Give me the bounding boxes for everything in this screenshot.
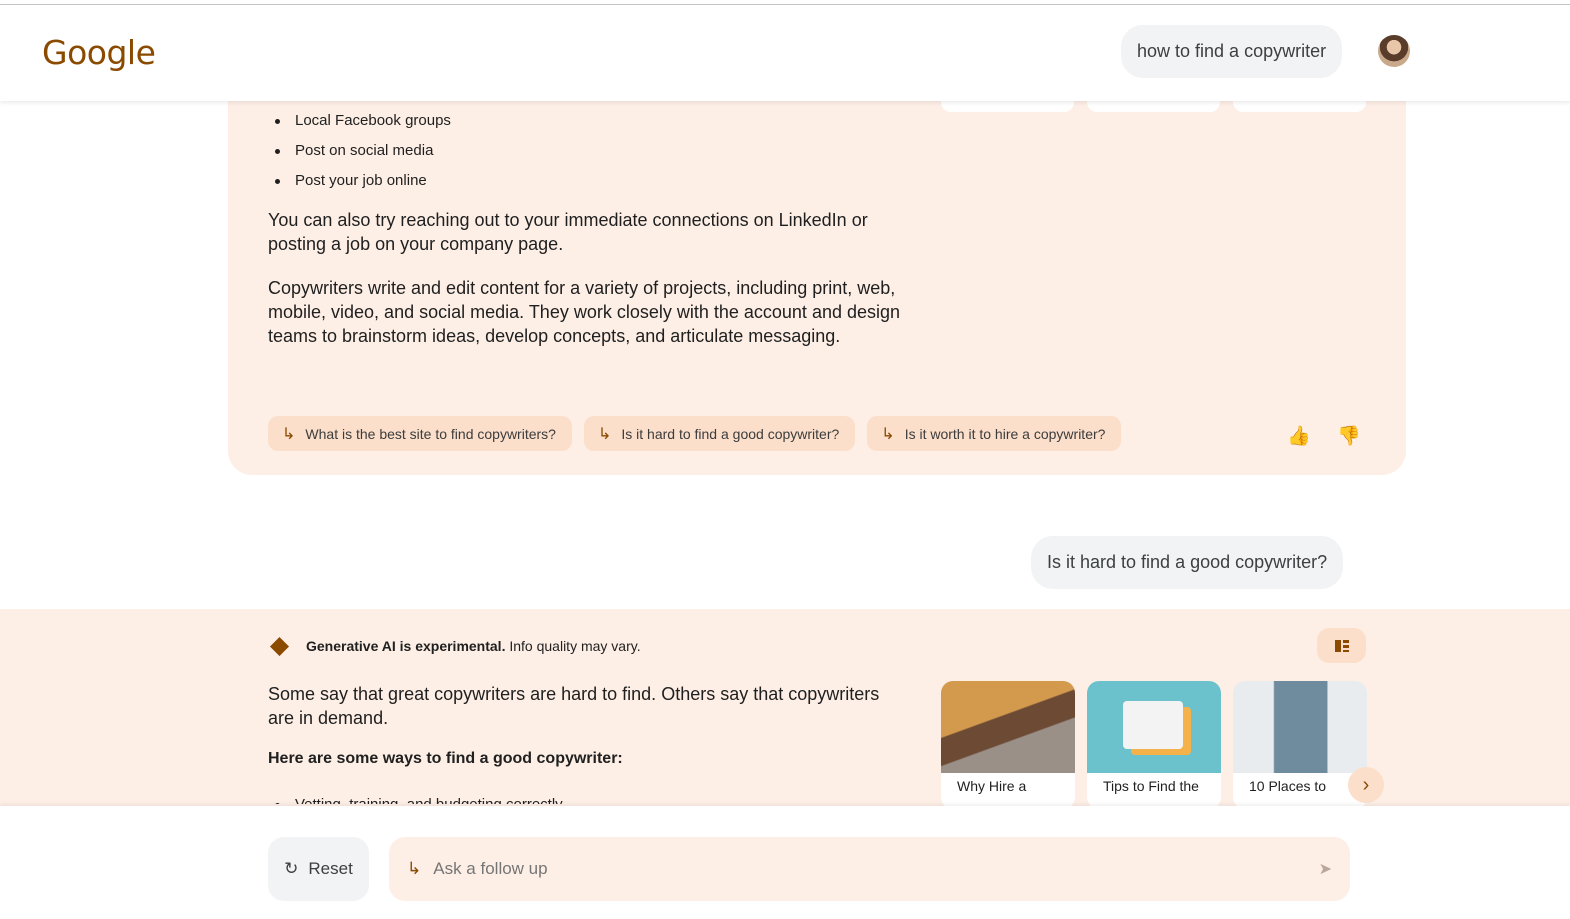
answer-paragraph: Copywriters write and edit content for a… [268,278,901,346]
thumbs-up-icon[interactable]: 👍 [1287,424,1311,448]
layout-icon [1334,639,1349,652]
thumbs-down-icon[interactable]: 👎 [1337,424,1361,448]
followup-input[interactable] [433,859,1307,879]
chip-label: What is the best site to find copywriter… [305,425,556,442]
layout-toggle-button[interactable] [1317,628,1366,663]
answer-heading: Here are some ways to find a good copywr… [268,750,623,767]
google-logo[interactable]: Google [42,33,156,72]
source-card[interactable]: 10 Places to [1233,681,1367,809]
send-icon[interactable]: ➤ [1319,859,1332,879]
answer-paragraph: Some say that great copywriters are hard… [268,684,880,728]
notice-rest: Info quality may vary. [509,637,641,654]
followup-chip[interactable]: ↳ What is the best site to find copywrit… [268,416,572,451]
bullet-list: Local Facebook groups Post on social med… [275,106,451,196]
list-item: Vetting, training, and budgeting correct… [275,790,563,804]
chip-label: Is it worth it to hire a copywriter? [904,425,1106,442]
list-item: Post on social media [275,136,451,166]
source-card[interactable]: Why Hire a [941,681,1075,809]
reset-label: Reset [308,859,353,878]
followup-chip[interactable]: ↳ Is it hard to find a good copywriter? [583,416,856,451]
list-item: Local Facebook groups [275,106,451,136]
list-item: Post your job online [275,166,451,196]
reset-icon: ↻ [284,859,299,878]
avatar[interactable] [1378,35,1410,67]
followup-arrow-icon: ↳ [282,425,296,443]
experimental-notice: ◆ Generative AI is experimental. Info qu… [267,633,641,658]
answer-paragraph: You can also try reaching out to your im… [268,210,868,254]
reset-button[interactable]: ↻ Reset [268,837,369,901]
followup-arrow-icon: ↳ [881,425,895,443]
notice-bold: Generative AI is experimental. [306,637,506,654]
followup-arrow-icon: ↳ [407,859,422,878]
chip-label: Is it hard to find a good copywriter? [621,425,840,442]
followup-input-box[interactable]: ↳ ➤ [389,837,1350,901]
source-caption: 10 Places to [1249,778,1327,794]
followup-arrow-icon: ↳ [597,425,612,443]
sparkle-icon: ◆ [269,631,290,659]
source-thumbnail [1233,681,1367,773]
search-query-chip[interactable]: how to find a copywriter [1121,25,1343,78]
chevron-right-icon[interactable]: › [1348,767,1384,803]
header: Google how to find a copywriter [0,5,1570,101]
source-thumbnail [1087,681,1221,773]
user-question-bubble: Is it hard to find a good copywriter? [1031,536,1344,589]
followup-chip[interactable]: ↳ Is it worth it to hire a copywriter? [867,416,1122,451]
followup-chips: ↳ What is the best site to find copywrit… [268,416,1122,451]
source-thumbnail [941,681,1075,773]
source-caption: Tips to Find the [1103,778,1199,794]
source-card[interactable]: Tips to Find the [1087,681,1221,809]
source-caption: Why Hire a [957,778,1027,794]
